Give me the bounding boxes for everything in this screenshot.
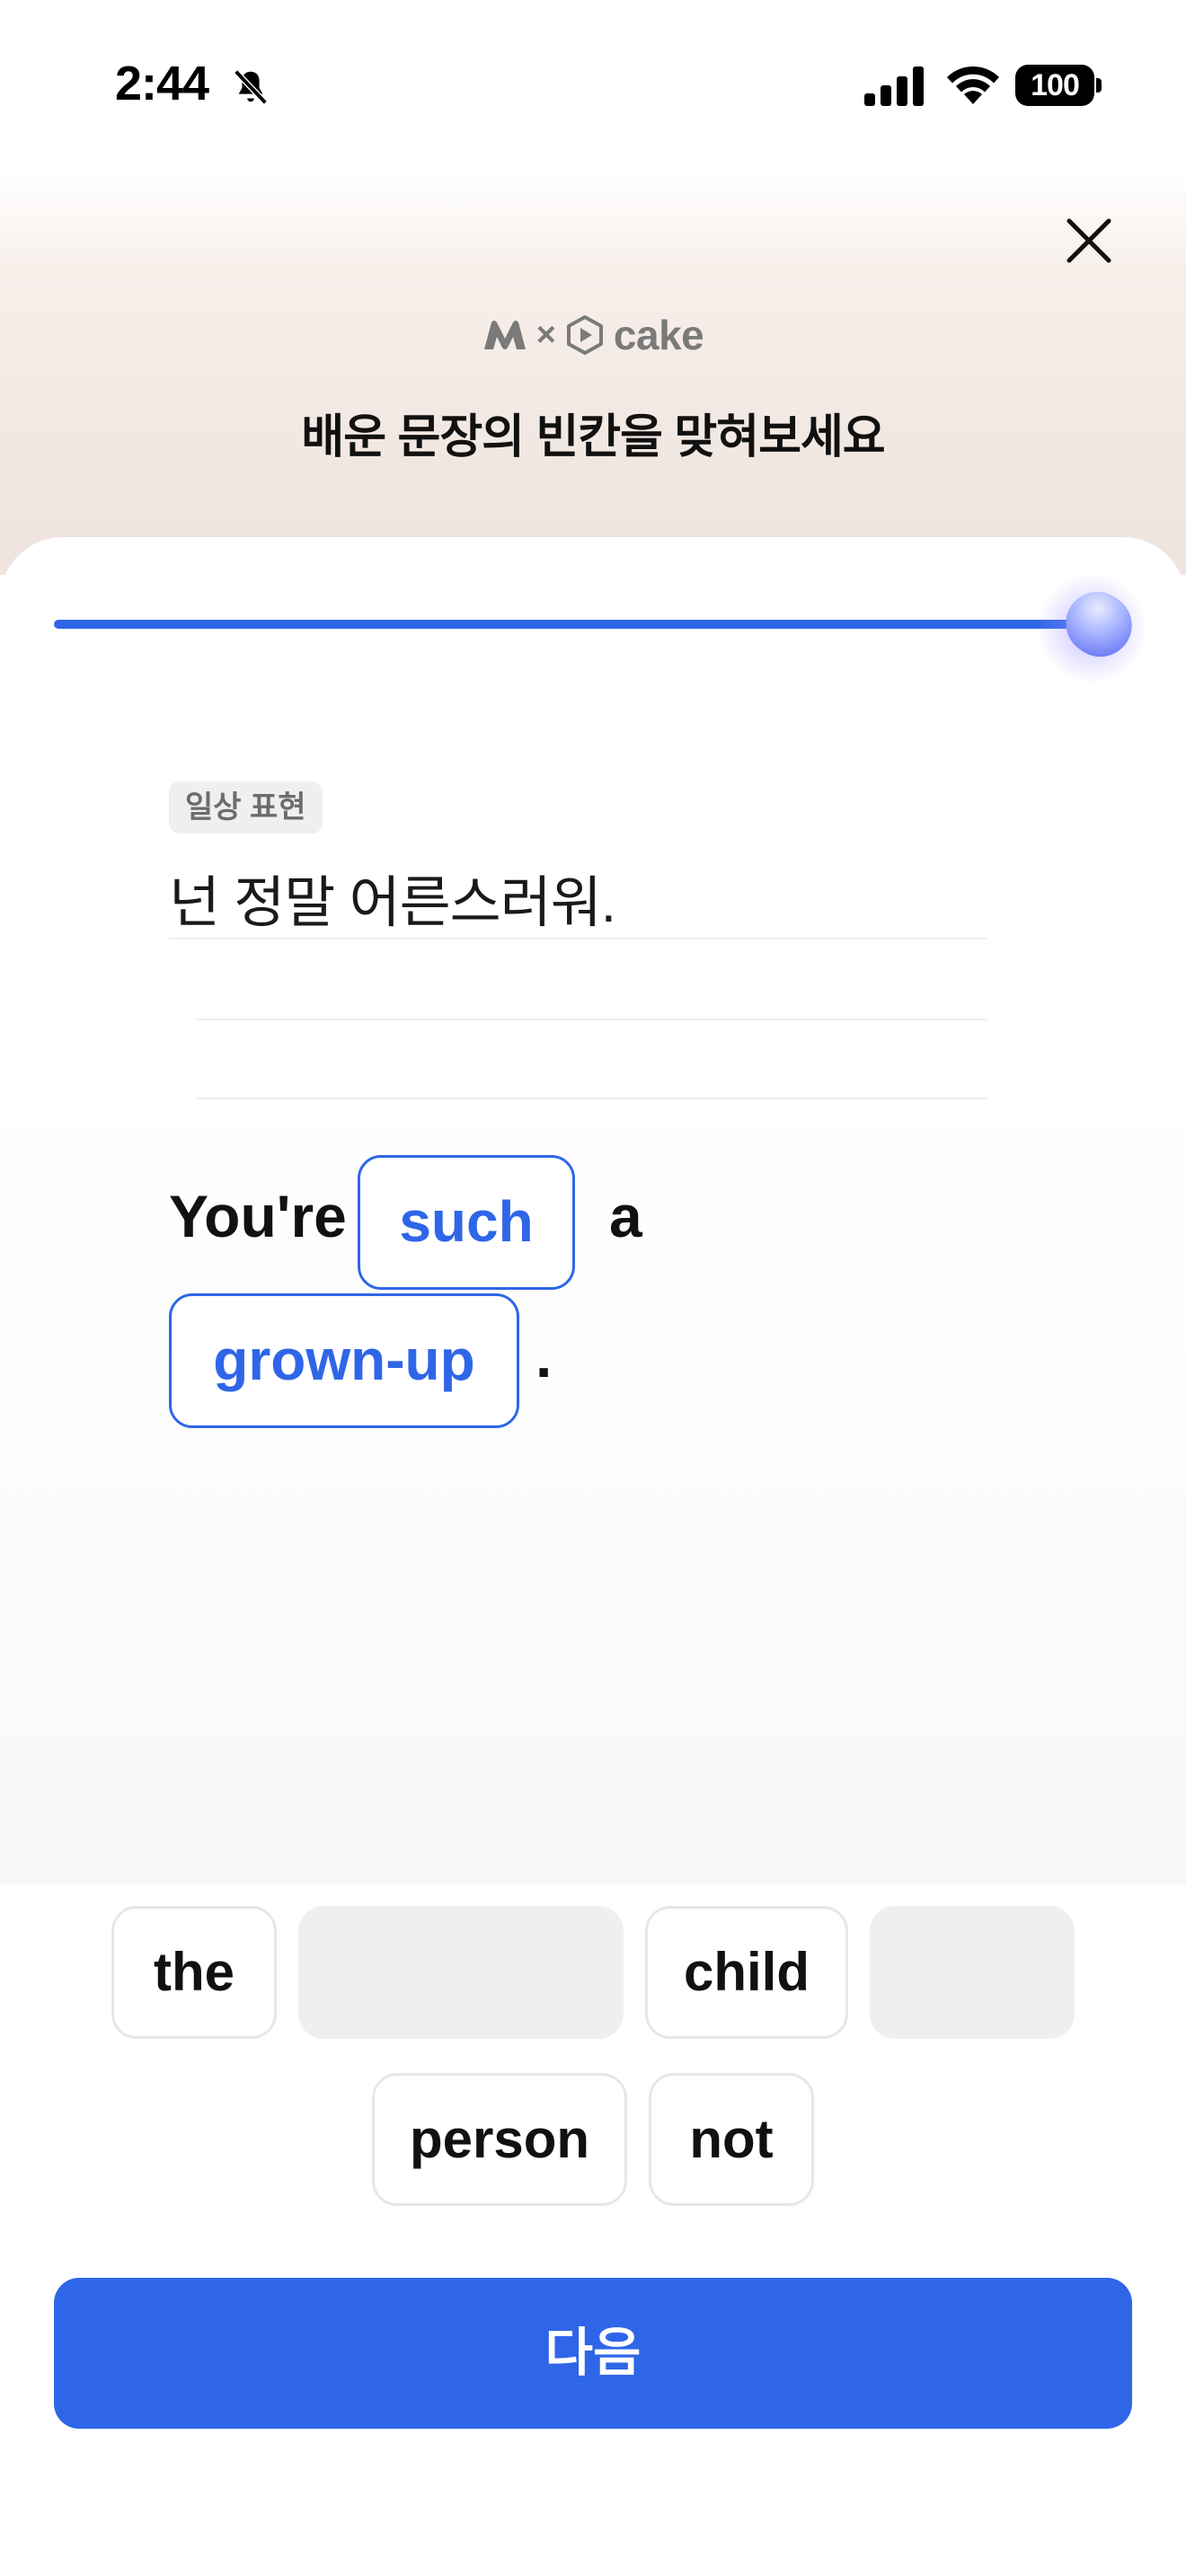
cake-hexagon-play-icon [566, 315, 603, 355]
battery-nub [1096, 78, 1102, 93]
category-badge: 일상 표현 [169, 781, 323, 834]
progress-bar [54, 620, 1087, 629]
answer-chip[interactable]: grown-up [169, 1293, 519, 1428]
cellular-signal-icon [864, 66, 924, 106]
close-icon[interactable] [1060, 212, 1118, 269]
sentence-period: . [535, 1323, 553, 1389]
divider [196, 1098, 987, 1099]
page-title: 배운 문장의 빈칸을 맞혀보세요 [301, 411, 885, 463]
option-chip[interactable]: person [372, 2073, 627, 2206]
option-slot-empty [298, 1906, 624, 2039]
option-chip[interactable]: child [645, 1906, 848, 2039]
divider [169, 938, 987, 940]
status-bar: 2:44 100 [0, 0, 1186, 171]
battery-indicator: 100 [1015, 65, 1102, 106]
sentence-word: You're [169, 1183, 347, 1249]
brand-logo: × cake [0, 312, 1186, 358]
brand-separator: × [535, 315, 556, 354]
m-logo-icon [483, 321, 526, 349]
sentence-word: a [609, 1183, 642, 1249]
option-slot-empty [870, 1906, 1075, 2039]
status-time: 2:44 [115, 57, 209, 110]
option-chip[interactable]: not [649, 2073, 814, 2206]
divider [196, 1019, 987, 1020]
silent-bell-icon [234, 69, 268, 105]
next-button[interactable]: 다음 [54, 2278, 1132, 2429]
wifi-icon [947, 66, 999, 104]
brand-name: cake [613, 312, 704, 358]
korean-sentence: 넌 정말 어른스러워. [169, 872, 616, 934]
battery-level: 100 [1015, 65, 1094, 106]
answer-chip[interactable]: such [358, 1155, 575, 1290]
option-chip[interactable]: the [111, 1906, 277, 2039]
